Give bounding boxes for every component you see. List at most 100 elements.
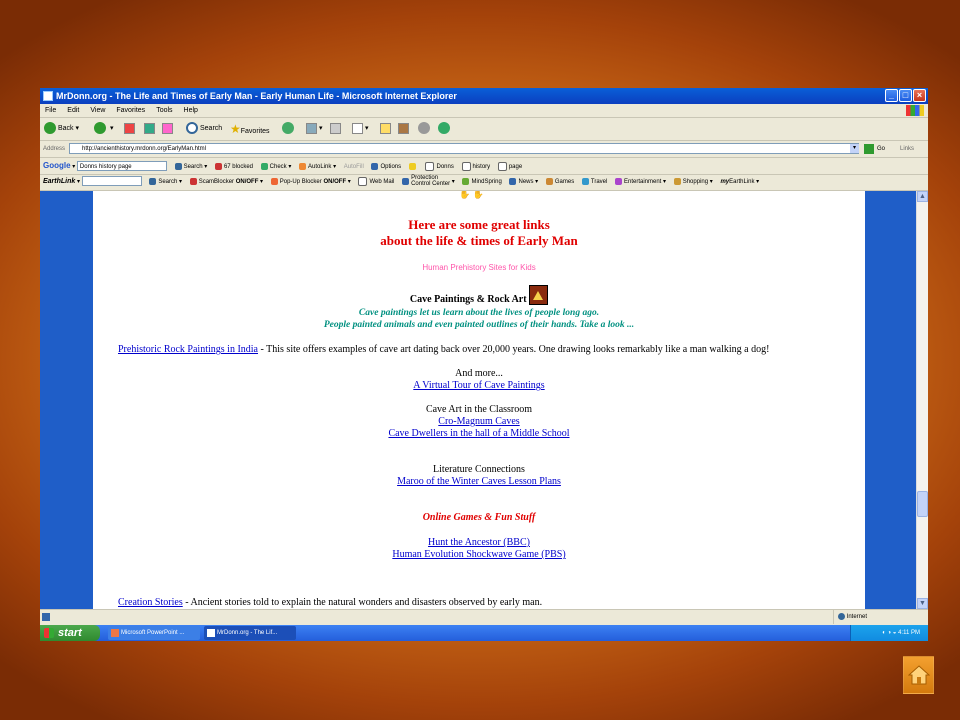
google-search-input[interactable]: Donns history page	[76, 161, 167, 172]
search-history[interactable]: history	[461, 159, 490, 175]
research-button[interactable]	[398, 122, 409, 136]
forward-button[interactable]: ▾	[94, 122, 113, 136]
scroll-down-icon[interactable]: ▼	[917, 598, 928, 609]
close-button[interactable]: ×	[913, 89, 926, 102]
back-icon	[44, 122, 56, 135]
rock-paintings-link[interactable]: Prehistoric Rock Paintings in India	[118, 344, 258, 355]
shopping-icon	[673, 177, 681, 185]
popup-blocked[interactable]: 67 blocked	[214, 159, 253, 175]
options-button[interactable]: Options	[371, 159, 401, 175]
pencil-icon	[408, 162, 416, 170]
popup-blocker-icon	[270, 177, 278, 185]
folder-icon	[380, 122, 391, 134]
taskbar: start Microsoft PowerPoint ... MrDonn.or…	[40, 625, 928, 641]
my-earthlink-button[interactable]: myEarthLink ▾	[720, 174, 759, 190]
entertainment-icon	[615, 177, 622, 185]
print-button[interactable]	[330, 122, 341, 136]
scroll-thumb[interactable]	[917, 491, 928, 517]
rock-paintings-entry: Prehistoric Rock Paintings in India - Th…	[118, 344, 770, 355]
history-button[interactable]	[282, 122, 296, 136]
history-icon	[282, 122, 294, 135]
menu-file[interactable]: File	[45, 107, 56, 114]
home-button[interactable]	[162, 122, 173, 136]
address-dropdown-icon[interactable]: ▾	[850, 144, 859, 153]
edit-button[interactable]: ▾	[352, 122, 368, 136]
back-button[interactable]: Back ▾	[44, 122, 79, 136]
go-icon[interactable]	[864, 144, 874, 154]
autolink-button[interactable]: AutoLink ▾	[299, 159, 336, 175]
menu-favorites[interactable]: Favorites	[116, 107, 145, 114]
games-button[interactable]: Games	[545, 174, 574, 190]
earthlink-search-button[interactable]: Search ▾	[149, 174, 182, 190]
blocked-icon	[214, 162, 222, 170]
hunt-ancestor-link[interactable]: Hunt the Ancestor (BBC)	[428, 537, 530, 548]
address-input[interactable]: http://ancienthistory.mrdonn.org/EarlyMa…	[69, 143, 859, 154]
scamblocker-toggle[interactable]: ScamBlocker ON/OFF ▾	[189, 174, 263, 190]
cave-heading: Cave Paintings & Rock Art	[93, 285, 865, 305]
start-button[interactable]: start	[40, 625, 100, 641]
cave-dwellers-link[interactable]: Cave Dwellers in the hall of a Middle Sc…	[388, 428, 569, 439]
messenger-button[interactable]	[418, 122, 432, 136]
news-button[interactable]: News ▾	[509, 174, 538, 190]
protection-button[interactable]: Protection Control Center ▾	[402, 174, 455, 190]
menu-view[interactable]: View	[90, 107, 105, 114]
vertical-scrollbar[interactable]: ▲ ▼	[916, 191, 928, 609]
earthlink-search-input[interactable]	[81, 176, 142, 187]
virtual-tour-link[interactable]: A Virtual Tour of Cave Paintings	[413, 380, 544, 391]
google-logo: Google	[43, 161, 71, 170]
links-button[interactable]: Links	[900, 141, 914, 157]
cromagnum-link[interactable]: Cro-Magnum Caves	[438, 416, 519, 427]
cave-text-2: People painted animals and even painted …	[323, 320, 635, 330]
task-powerpoint[interactable]: Microsoft PowerPoint ...	[108, 626, 200, 640]
autofill-button[interactable]: AutoFill	[344, 159, 364, 175]
contacts-button[interactable]	[438, 122, 452, 136]
search-icon	[186, 122, 198, 135]
menu-help[interactable]: Help	[184, 107, 198, 114]
home-slide-button[interactable]	[903, 656, 934, 694]
minimize-button[interactable]: _	[885, 89, 898, 102]
address-bar: Address http://ancienthistory.mrdonn.org…	[40, 141, 928, 158]
creation-stories-link[interactable]: Creation Stories	[118, 597, 183, 608]
scroll-up-icon[interactable]: ▲	[917, 191, 928, 202]
search-page[interactable]: page	[497, 159, 522, 175]
google-search-button[interactable]: Search ▾	[174, 159, 207, 175]
search-button[interactable]: Search	[186, 122, 222, 136]
print-icon	[330, 122, 341, 134]
maroo-link[interactable]: Maroo of the Winter Caves Lesson Plans	[397, 476, 561, 487]
scamblocker-icon	[189, 177, 197, 185]
folder-button[interactable]	[380, 122, 391, 136]
webmail-button[interactable]: Web Mail	[358, 174, 394, 190]
mail-icon	[306, 122, 317, 134]
go-button[interactable]: Go	[877, 141, 885, 157]
shopping-button[interactable]: Shopping ▾	[673, 174, 713, 190]
task-browser[interactable]: MrDonn.org - The Lif...	[204, 626, 296, 640]
system-tray: ◐ ◑ ◒ 4:11 PM	[850, 625, 928, 641]
menu-edit[interactable]: Edit	[67, 107, 79, 114]
cave-painting-icon	[529, 285, 549, 305]
mindspring-icon	[462, 177, 470, 185]
human-evolution-link[interactable]: Human Evolution Shockwave Game (PBS)	[392, 549, 565, 560]
maximize-button[interactable]: □	[899, 89, 912, 102]
mail-button[interactable]: ▾	[306, 122, 322, 136]
highlight-button[interactable]	[408, 159, 418, 175]
favorites-button[interactable]: ★Favorites	[230, 122, 270, 136]
clock: 4:11 PM	[898, 630, 920, 636]
spellcheck-button[interactable]: Check ▾	[260, 159, 291, 175]
mail-icon	[358, 176, 368, 186]
entertainment-button[interactable]: Entertainment ▾	[615, 174, 666, 190]
travel-icon	[581, 177, 589, 185]
refresh-button[interactable]	[144, 122, 155, 136]
popup-blocker-toggle[interactable]: Pop-Up Blocker ON/OFF ▾	[270, 174, 351, 190]
check-icon	[260, 162, 268, 170]
menu-tools[interactable]: Tools	[156, 107, 172, 114]
standard-toolbar: Back ▾ ▾ Search ★Favorites ▾ ▾	[40, 118, 928, 141]
menu-bar: File Edit View Favorites Tools Help	[40, 104, 928, 118]
travel-button[interactable]: Travel	[581, 174, 607, 190]
classroom-heading: Cave Art in the Classroom	[425, 404, 533, 415]
windows-logo-icon	[906, 105, 924, 116]
mindspring-button[interactable]: MindSpring	[462, 174, 502, 190]
search-donns[interactable]: Donns	[425, 159, 454, 175]
stop-button[interactable]	[124, 122, 135, 136]
refresh-icon	[144, 122, 155, 134]
tray-icons[interactable]: ◐ ◑ ◒	[872, 625, 896, 641]
